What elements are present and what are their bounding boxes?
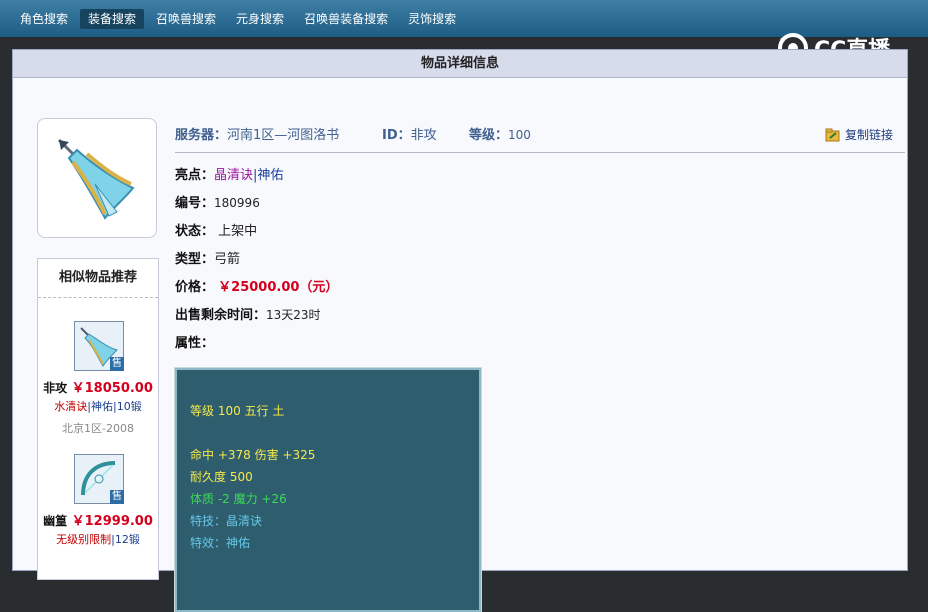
highlights-label: 亮点： [175,168,215,183]
id-value: 非攻 [410,128,437,143]
id-field: ID：非攻 [382,124,437,143]
nav-pet-equipment-search[interactable]: 召唤兽装备搜索 [296,9,396,29]
copy-link-button[interactable]: 复制链接 [825,126,893,143]
type-value: 弓箭 [214,252,241,267]
folder-link-icon [825,128,840,141]
highlight-2[interactable]: 神佑 [257,168,283,183]
remaining-time-value: 13天23时 [266,308,321,322]
nav-role-search[interactable]: 角色搜索 [12,9,76,29]
remaining-time-row: 出售剩余时间：13天23时 [175,304,321,323]
type-label: 类型： [175,252,215,267]
attributes-row: 属性： [175,332,214,351]
for-sale-badge: 售 [110,357,124,371]
similar-item-1-name: 非攻 [43,381,68,395]
similar-items-title: 相似物品推荐 [38,259,158,298]
similar-item-2-price-line[interactable]: 幽篁 ￥12999.00 [38,510,158,529]
number-row: 编号：180996 [175,192,260,211]
similar-item-2-name: 幽篁 [43,514,68,528]
status-label: 状态： [175,224,215,239]
attr-level-element: 等级 100 五行 土 [190,404,285,418]
search-nav: 角色搜索 装备搜索 召唤兽搜索 元身搜索 召唤兽装备搜索 灵饰搜索 [12,9,468,29]
attributes-box: 等级 100 五行 土 命中 +378 伤害 +325 耐久度 500 体质 -… [174,367,482,612]
similar-item-2-tag-1: 无级别限制 [56,533,112,546]
server-field: 服务器：河南1区—河图洛书 [175,124,339,143]
item-image [37,118,157,238]
nav-equipment-search[interactable]: 装备搜索 [80,9,145,29]
similar-item-2-tag-2: 12锻 [114,533,140,546]
similar-item-1-price: ￥18050.00 [71,381,153,396]
similar-item-2-price: ￥12999.00 [71,514,153,529]
similar-item-1-image[interactable]: 售 [74,321,124,371]
similar-item-2-tags: 无级别限制|12锻 [38,531,158,547]
highlight-1[interactable]: 晶清诀 [214,168,253,183]
attr-durability: 耐久度 500 [190,470,253,484]
similar-item-1-tags: 水清诀|神佑|10锻 [38,398,158,414]
item-header: 服务器：河南1区—河图洛书 ID：非攻 等级：100 复制链接 [175,120,905,153]
similar-item-1-tag-1: 水清诀 [54,400,88,413]
status-row: 状态： 上架中 [175,220,257,239]
similar-item-2-image[interactable]: 售 [74,454,124,504]
item-detail-panel: 物品详细信息 相似物品推荐 售 非攻 ￥18050.00 水清诀|神佑|10锻 [12,49,908,612]
similar-item-1-server: 北京1区-2008 [62,422,134,435]
attr-effect: 特效：神佑 [190,536,251,550]
price-label: 价格： [175,280,215,295]
attr-skill: 特技：晶清诀 [190,514,263,528]
type-row: 类型：弓箭 [175,248,240,267]
level-value: 100 [508,128,531,142]
level-label: 等级： [469,128,509,143]
price-value: ￥25000.00（元） [218,280,339,295]
nav-pet-search[interactable]: 召唤兽搜索 [148,9,224,29]
server-label: 服务器： [175,128,228,143]
copy-link-label: 复制链接 [844,128,893,142]
similar-item-1-tag-2: 神佑 [91,400,113,413]
similar-item-1-tag-3: |10锻 [113,400,142,413]
price-row: 价格： ￥25000.00（元） [175,276,338,295]
server-value: 河南1区—河图洛书 [227,128,340,143]
remaining-time-label: 出售剩余时间： [175,308,267,323]
bow-weapon-icon [57,138,135,220]
attr-stats: 体质 -2 魔力 +26 [190,492,287,506]
level-field: 等级：100 [469,124,531,143]
attr-hit-damage: 命中 +378 伤害 +325 [190,448,316,462]
nav-yuanshen-search[interactable]: 元身搜索 [228,9,292,29]
for-sale-badge: 售 [110,490,124,504]
status-value: 上架中 [218,224,258,239]
number-value: 180996 [214,196,260,210]
number-label: 编号： [175,196,215,211]
panel-title: 物品详细信息 [13,50,907,78]
nav-accessory-search[interactable]: 灵饰搜索 [400,9,464,29]
id-label: ID： [382,128,411,143]
attributes-label: 属性： [175,336,215,351]
similar-items-panel: 相似物品推荐 售 非攻 ￥18050.00 水清诀|神佑|10锻 北京1区-20… [37,258,159,580]
similar-item-1-price-line[interactable]: 非攻 ￥18050.00 [38,377,158,396]
highlights-row: 亮点：晶清诀|神佑 [175,164,283,183]
